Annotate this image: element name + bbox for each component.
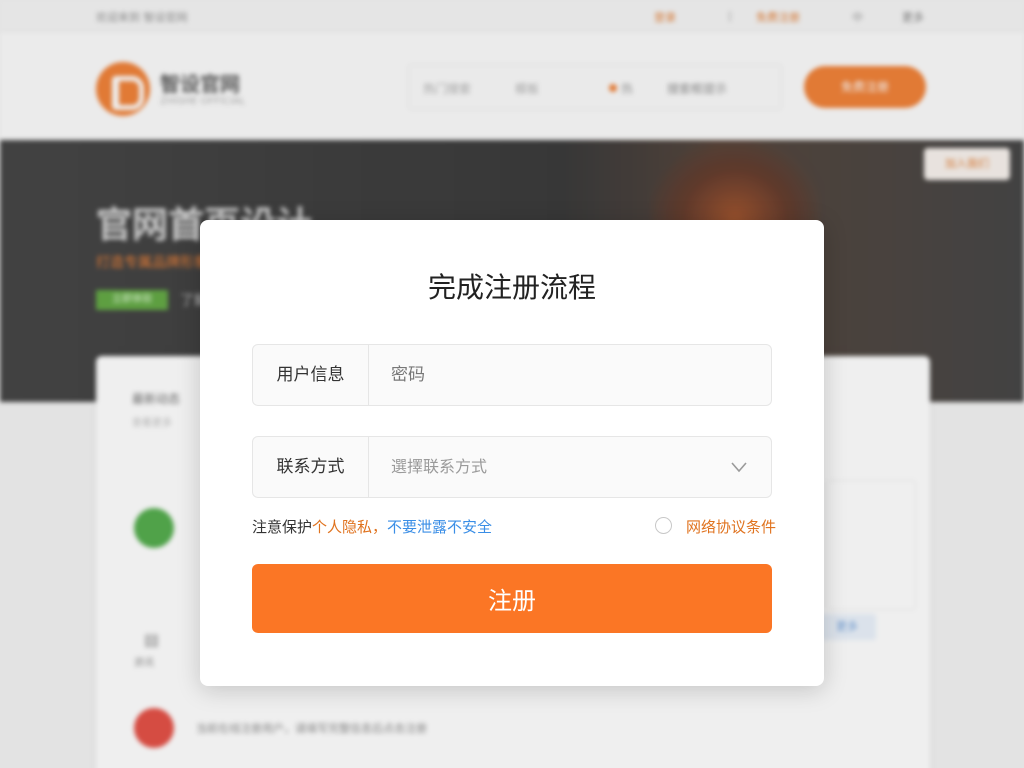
password-input[interactable]: [369, 345, 771, 405]
user-info-label: 用户信息: [253, 345, 369, 405]
contact-select-value[interactable]: 選擇联系方式: [391, 437, 487, 497]
register-submit-button[interactable]: 注册: [252, 564, 772, 633]
radio-icon[interactable]: [655, 517, 672, 534]
notice-security-link[interactable]: 不要泄露不安全: [387, 518, 492, 536]
notice-privacy: 个人隐私，: [312, 518, 388, 536]
chevron-down-icon[interactable]: [729, 457, 749, 477]
privacy-notice: 注意保护个人隐私，不要泄露不安全: [252, 516, 492, 537]
modal-title: 完成注册流程: [427, 271, 596, 304]
agreement-label[interactable]: 网络协议条件: [686, 516, 776, 537]
contact-label: 联系方式: [253, 437, 369, 497]
contact-field[interactable]: 联系方式 選擇联系方式: [252, 436, 772, 498]
notice-prefix: 注意保护: [252, 518, 313, 536]
registration-modal: 完成注册流程 用户信息 联系方式 選擇联系方式 注意保护个人隐私，不要泄露不安全…: [200, 220, 824, 686]
user-info-field: 用户信息: [252, 344, 772, 406]
